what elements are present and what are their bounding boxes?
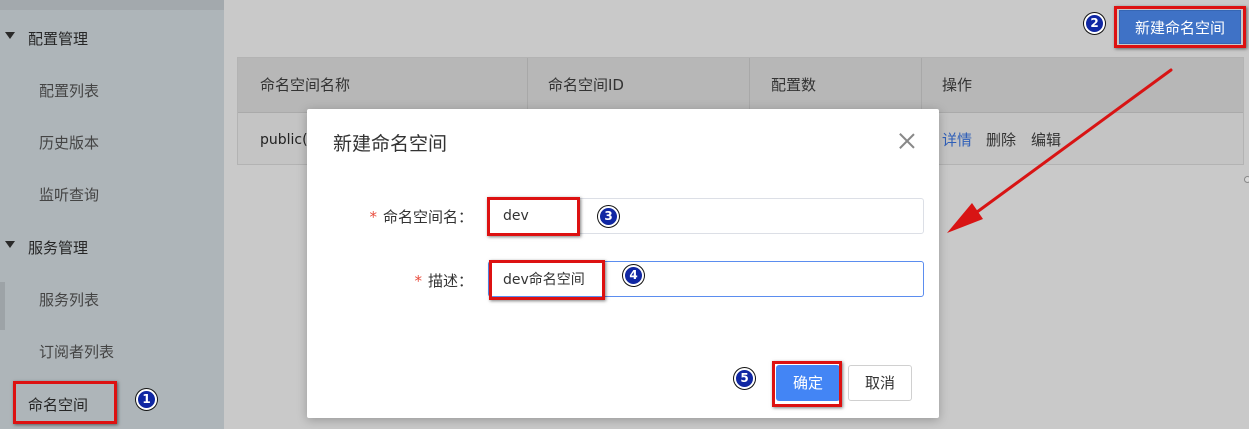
namespace-name-label: * 命名空间名：	[347, 206, 473, 227]
highlight-box-description	[489, 260, 605, 300]
sidebar-group-label: 服务管理	[28, 239, 89, 257]
column-divider	[527, 58, 528, 113]
sidebar-item-config-list[interactable]: 配置列表	[0, 67, 224, 111]
scroll-handle[interactable]	[1244, 176, 1249, 183]
column-divider	[749, 58, 750, 113]
column-header-id: 命名空间ID	[548, 76, 624, 94]
highlight-box-confirm	[772, 361, 842, 407]
field-label-text: 描述：	[427, 272, 473, 290]
sidebar-item-label: 服务列表	[39, 291, 100, 309]
step-badge-3: 3	[598, 206, 619, 227]
sidebar-group-config[interactable]: 配置管理	[0, 15, 224, 59]
sidebar-top-strip	[0, 0, 224, 10]
required-mark: *	[369, 208, 377, 226]
sidebar-item-label: 监听查询	[39, 186, 100, 204]
required-mark: *	[414, 272, 422, 290]
sidebar-item-subscriber-list[interactable]: 订阅者列表	[0, 328, 224, 372]
highlight-box-namespace	[13, 381, 117, 424]
description-label: * 描述：	[347, 270, 473, 291]
table-header: 命名空间名称 命名空间ID 配置数 操作	[238, 58, 1243, 113]
column-header-config-count: 配置数	[771, 76, 817, 94]
step-badge-1: 1	[136, 389, 157, 410]
caret-down-icon	[5, 241, 15, 248]
column-header-name: 命名空间名称	[260, 76, 351, 94]
close-icon[interactable]	[897, 131, 917, 151]
sidebar-item-label: 订阅者列表	[39, 343, 115, 361]
sidebar-item-listen-query[interactable]: 监听查询	[0, 171, 224, 215]
delete-link[interactable]: 删除	[986, 114, 1016, 166]
edit-link[interactable]: 编辑	[1031, 114, 1061, 166]
step-badge-5: 5	[734, 368, 755, 389]
sidebar-item-label: 配置列表	[39, 82, 100, 100]
highlight-box-new-namespace	[1114, 6, 1246, 48]
cancel-button[interactable]: 取消	[848, 365, 912, 401]
table-cell-name: public(	[260, 132, 308, 148]
sidebar-item-label: 历史版本	[39, 134, 100, 152]
sidebar: 配置管理 配置列表 历史版本 监听查询 服务管理 服务列表 订阅者列表 命名空间	[0, 0, 224, 429]
dialog-title: 新建命名空间	[333, 133, 448, 155]
new-namespace-dialog: 新建命名空间 *命名空间名： *描述： 确定 取消	[307, 109, 939, 418]
step-badge-4: 4	[623, 265, 644, 286]
sidebar-item-history[interactable]: 历史版本	[0, 119, 224, 163]
field-label-text: 命名空间名：	[382, 208, 473, 226]
arrow-head	[947, 203, 983, 233]
details-link[interactable]: 详情	[942, 114, 972, 166]
sidebar-group-label: 配置管理	[28, 30, 89, 48]
sidebar-group-service[interactable]: 服务管理	[0, 224, 224, 268]
highlight-box-namespace-name	[487, 197, 580, 236]
column-header-actions: 操作	[942, 76, 973, 94]
sidebar-item-service-list[interactable]: 服务列表	[0, 276, 224, 320]
step-badge-2: 2	[1084, 13, 1105, 34]
column-divider	[921, 58, 922, 113]
caret-down-icon	[5, 32, 15, 39]
